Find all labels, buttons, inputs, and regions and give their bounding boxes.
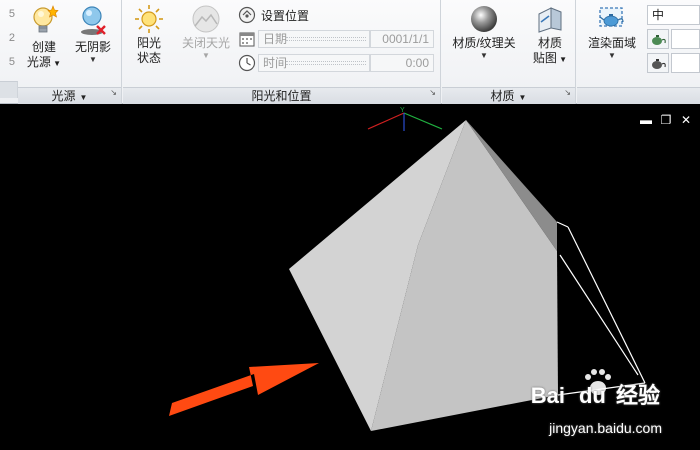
watermark-brand-right: du: [578, 383, 606, 408]
render-panel: 渲染面域 ▼ 中: [577, 0, 700, 104]
teapot-output-icon: [652, 59, 666, 69]
clock-icon: [238, 54, 256, 72]
dropdown-arrow-icon: ▼: [556, 55, 568, 64]
ucs-axis-icon: Y: [367, 107, 443, 131]
material-sphere-icon: [471, 6, 497, 32]
render-output-button[interactable]: [647, 53, 669, 73]
viewport-window-controls: ▬ ❐ ✕: [640, 113, 692, 127]
create-light-label-text: 光源: [26, 55, 51, 69]
light-panel-title-text: 光源: [51, 89, 76, 103]
turn-off-sky-label: 关闭天光: [181, 36, 230, 50]
dropdown-arrow-icon: ▼: [50, 59, 62, 68]
sun-location-panel: 阳光 状态 关闭天光 ▼ 设置位置 日期 0001/1/1 时间 0:00 阳光…: [123, 0, 441, 104]
watermark-url: jingyan.baidu.com: [549, 420, 662, 436]
pyramid-wireframe-edges: [556, 221, 646, 396]
render-settings-button[interactable]: [647, 29, 669, 49]
time-value: 0:00: [405, 56, 429, 70]
cutoff-value: 5: [8, 56, 15, 68]
turn-off-sky-button[interactable]: 关闭天光 ▼: [177, 4, 235, 61]
cutoff-value: 5: [8, 8, 15, 20]
time-label: 时间: [263, 56, 288, 70]
material-panel-title[interactable]: 材质 ▼ ↘: [442, 87, 575, 104]
panel-launcher-icon[interactable]: ↘: [110, 85, 117, 101]
teapot-settings-icon: [652, 35, 666, 45]
date-label: 日期: [263, 32, 288, 46]
dropdown-arrow-icon: ▼: [480, 51, 488, 60]
dropdown-arrow-icon: ▼: [89, 55, 97, 64]
location-globe-icon: [238, 6, 256, 24]
date-value-field[interactable]: 0001/1/1: [370, 30, 434, 48]
light-panel-title[interactable]: 光源 ▼ ↘: [18, 87, 121, 104]
render-quality-select[interactable]: 中: [647, 5, 700, 25]
material-map-icon: [538, 7, 562, 33]
cutoff-panel-title: [0, 81, 18, 98]
watermark-product: 经验: [615, 383, 660, 408]
material-panel: 材质/纹理关 ▼ 材质 贴图 ▼ 材质 ▼ ↘: [442, 0, 576, 104]
time-value-field[interactable]: 0:00: [370, 54, 434, 72]
dropdown-arrow-icon: ▼: [518, 93, 527, 102]
material-map-label-line2: 贴图 ▼: [530, 51, 570, 67]
create-light-button[interactable]: 创建 光源 ▼: [24, 4, 64, 71]
set-location-label: 设置位置: [261, 8, 310, 23]
set-location-button[interactable]: 设置位置: [238, 5, 309, 25]
dropdown-arrow-icon: ▼: [608, 51, 616, 60]
date-slider-track: [286, 37, 366, 41]
material-map-button[interactable]: 材质 贴图 ▼: [530, 4, 570, 67]
pyramid-solid: [289, 120, 558, 431]
sky-icon: [192, 5, 220, 33]
watermark-brand-left: Bai: [530, 383, 565, 408]
render-region-button[interactable]: 渲染面域 ▼: [581, 4, 643, 61]
time-row: [238, 53, 256, 73]
render-option-field[interactable]: [671, 29, 700, 49]
lightbulb-icon: [33, 5, 59, 33]
render-output-field[interactable]: [671, 53, 700, 73]
minimize-icon[interactable]: ▬: [640, 113, 652, 127]
dropdown-arrow-icon: ▼: [79, 93, 88, 102]
annotation-arrow: [169, 363, 319, 416]
sun-panel-title-text: 阳光和位置: [251, 89, 312, 103]
material-panel-title-text: 材质: [490, 89, 515, 103]
render-quality-value: 中: [652, 8, 665, 22]
no-shadow-label: 无阴影: [74, 40, 111, 54]
sun-icon: [135, 5, 163, 33]
create-light-label-line2: 光源 ▼: [24, 55, 64, 71]
ucs-label: Y: [400, 107, 405, 114]
date-row: [238, 29, 256, 49]
ribbon: 5 2 5 创建 光源 ▼ 无阴影 ▼ 光源 ▼ ↘ 阳光 状态 关闭天光 ▼ …: [0, 0, 700, 104]
panel-launcher-icon[interactable]: ↘: [429, 85, 436, 101]
calendar-icon: [239, 32, 255, 47]
no-shadow-button[interactable]: 无阴影 ▼: [70, 4, 116, 65]
baidu-watermark: Bai du 经验: [531, 378, 660, 410]
sun-status-label-line2: 状态: [136, 51, 161, 65]
render-region-label: 渲染面域: [587, 36, 636, 50]
cutoff-panel-values: 5 2 5: [0, 0, 17, 86]
dropdown-arrow-icon: ▼: [202, 51, 210, 60]
close-icon[interactable]: ✕: [680, 113, 692, 127]
panel-launcher-icon[interactable]: ↘: [564, 85, 571, 101]
material-browser-button[interactable]: 材质/纹理关 ▼: [446, 4, 522, 61]
drawing-viewport[interactable]: Y ▬ ❐ ✕ Bai du 经验 jingyan.baidu.com: [0, 105, 700, 450]
cutoff-value: 2: [8, 32, 15, 44]
material-map-label-line1: 材质: [537, 36, 562, 50]
time-slider-track: [286, 61, 366, 65]
sun-status-label-line1: 阳光: [136, 36, 161, 50]
restore-icon[interactable]: ❐: [660, 113, 672, 127]
create-light-label-line1: 创建: [31, 40, 56, 54]
material-browser-label: 材质/纹理关: [452, 36, 516, 50]
light-panel: 创建 光源 ▼ 无阴影 ▼ 光源 ▼ ↘: [18, 0, 122, 104]
sun-panel-title[interactable]: 阳光和位置 ↘: [123, 87, 440, 104]
date-value: 0001/1/1: [382, 32, 429, 46]
no-shadow-icon: [81, 6, 106, 35]
render-teapot-icon: [599, 7, 624, 27]
render-panel-title: [577, 87, 700, 104]
sun-status-button[interactable]: 阳光 状态: [129, 4, 169, 66]
material-map-label-text: 贴图: [532, 51, 557, 65]
